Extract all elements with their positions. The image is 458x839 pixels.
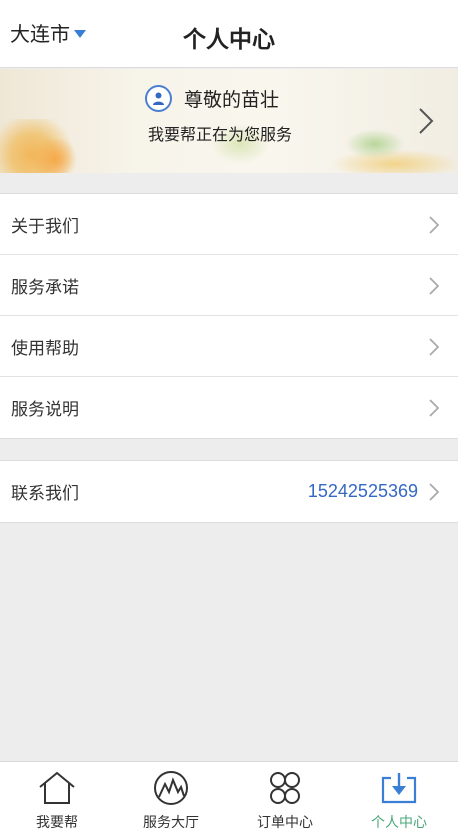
service-subtext: 我要帮正在为您服务 (148, 125, 293, 144)
chevron-right-icon (419, 108, 434, 134)
banner-decoration (345, 129, 405, 159)
contact-phone: 15242525369 (307, 481, 418, 501)
menu-item-label: 关于我们 (11, 216, 79, 237)
tab-order-center[interactable]: 订单中心 (228, 762, 342, 839)
bottom-tab-bar: 我要帮 服务大厅 订单中心 个人中心 (0, 761, 458, 839)
user-greeting: 尊敬的苗壮 (184, 89, 280, 111)
menu-item-service-promise[interactable]: 服务承诺 (0, 255, 458, 316)
tab-service-hall[interactable]: 服务大厅 (114, 762, 228, 839)
chevron-right-icon (429, 277, 439, 295)
tab-label: 我要帮 (36, 815, 78, 831)
tab-personal-center[interactable]: 个人中心 (342, 762, 456, 839)
menu-item-label: 使用帮助 (11, 338, 79, 359)
menu-group-contact: 联系我们 15242525369 (0, 460, 458, 523)
home-icon (39, 771, 75, 804)
menu-item-about-us[interactable]: 关于我们 (0, 194, 458, 255)
menu-item-contact-us[interactable]: 联系我们 15242525369 (0, 461, 458, 522)
chevron-right-icon (429, 483, 439, 501)
tab-label: 订单中心 (257, 815, 313, 831)
menu-item-service-description[interactable]: 服务说明 (0, 377, 458, 438)
tab-label: 个人中心 (371, 815, 427, 831)
tab-label: 服务大厅 (143, 815, 199, 831)
page-title: 个人中心 (183, 27, 275, 53)
tab-home[interactable]: 我要帮 (0, 762, 114, 839)
user-avatar-icon (145, 85, 172, 112)
chevron-right-icon (429, 399, 439, 417)
menu-item-label: 服务承诺 (11, 277, 79, 298)
top-bar: 大连市 个人中心 (0, 0, 458, 68)
chevron-right-icon (429, 338, 439, 356)
menu-item-label: 服务说明 (11, 400, 79, 420)
user-banner[interactable]: 尊敬的苗壮 我要帮正在为您服务 (0, 69, 458, 173)
banner-decoration (30, 139, 80, 173)
user-greeting-line: 尊敬的苗壮 (145, 85, 279, 112)
chevron-right-icon (429, 216, 439, 234)
mountain-icon (154, 771, 188, 805)
menu-item-label: 联系我们 (11, 484, 79, 504)
download-box-icon (381, 773, 417, 804)
menu-item-help[interactable]: 使用帮助 (0, 316, 458, 377)
grid-icon (270, 772, 300, 804)
menu-group-info: 关于我们 服务承诺 使用帮助 服务说明 (0, 193, 458, 439)
